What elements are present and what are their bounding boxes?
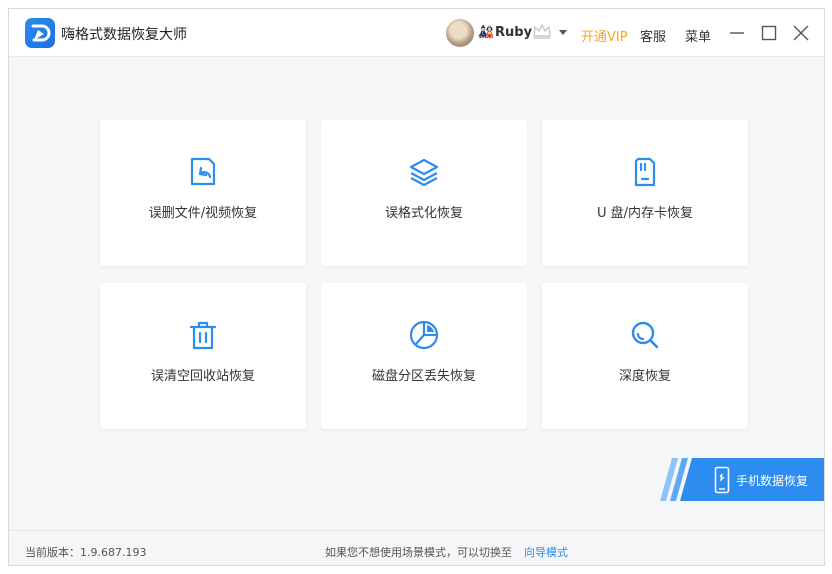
- app-window: 嗨格式数据恢复大师 🎎 Ruby 开通VIP 客服 菜单 误删文件/视频恢复 误…: [8, 8, 825, 566]
- card-label: U 盘/内存卡恢复: [596, 206, 694, 221]
- chevron-down-icon[interactable]: [559, 30, 567, 35]
- file-restore-icon: [190, 157, 216, 186]
- avatar[interactable]: [446, 19, 474, 47]
- layers-icon: [409, 158, 439, 187]
- mode-hint: 如果您不想使用场景模式，可以切换至: [325, 546, 512, 559]
- maximize-icon[interactable]: [759, 23, 779, 43]
- card-usb-sd-recovery[interactable]: U 盘/内存卡恢复: [542, 120, 748, 266]
- card-format-recovery[interactable]: 误格式化恢复: [321, 120, 527, 266]
- open-vip-button[interactable]: 开通VIP: [581, 26, 628, 45]
- app-title: 嗨格式数据恢复大师: [61, 27, 187, 43]
- card-recycle-bin-recovery[interactable]: 误清空回收站恢复: [100, 283, 306, 429]
- guide-mode-link[interactable]: 向导模式: [524, 544, 568, 560]
- trash-icon: [189, 321, 217, 350]
- card-label: 误格式化恢复: [384, 206, 463, 221]
- phone-recovery-label: 手机数据恢复: [736, 474, 809, 488]
- card-label: 误删文件/视频恢复: [148, 206, 258, 221]
- title-bar: 嗨格式数据恢复大师 🎎 Ruby 开通VIP 客服 菜单: [9, 9, 824, 57]
- user-emoji-icon: 🎎: [478, 25, 495, 40]
- crown-icon: [533, 23, 551, 39]
- magnifier-icon: [631, 321, 659, 349]
- card-partition-recovery[interactable]: 磁盘分区丢失恢复: [321, 283, 527, 429]
- menu-button[interactable]: 菜单: [685, 26, 711, 45]
- close-icon[interactable]: [791, 23, 811, 43]
- card-deep-recovery[interactable]: 深度恢复: [542, 283, 748, 429]
- phone-icon: [714, 466, 730, 494]
- card-deleted-file-recovery[interactable]: 误删文件/视频恢复: [100, 120, 306, 266]
- minimize-icon[interactable]: [727, 23, 747, 43]
- sd-card-icon: [634, 157, 656, 187]
- version-label: 当前版本：1.9.687.193: [25, 546, 147, 559]
- card-label: 深度恢复: [618, 369, 671, 384]
- customer-service-button[interactable]: 客服: [640, 26, 666, 45]
- pie-chart-icon: [409, 320, 439, 350]
- footer-bar: 当前版本：1.9.687.193 如果您不想使用场景模式，可以切换至 向导模式: [9, 530, 824, 565]
- user-name[interactable]: Ruby: [495, 25, 532, 40]
- app-logo-icon: [25, 18, 55, 48]
- card-label: 误清空回收站恢复: [150, 369, 255, 384]
- card-label: 磁盘分区丢失恢复: [371, 369, 476, 384]
